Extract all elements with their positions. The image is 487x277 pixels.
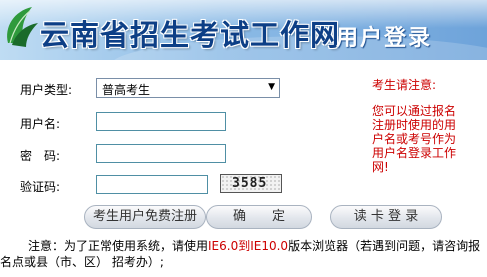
chevron-down-icon[interactable]: ▼ (268, 82, 275, 92)
site-title: 云南省招生考试工作网 (40, 18, 341, 52)
user-type-value: 普高考生 (102, 83, 151, 97)
page-title: 用户登录 (336, 26, 433, 51)
notice-text: 您可以通过报名注册时使用的用户名或考号作为用户名登录工作网! (372, 104, 457, 174)
username-label: 用户名: (20, 117, 61, 131)
register-button[interactable]: 考生用户免费注册 (84, 205, 206, 229)
browser-versions: IE6.0到IE10.0 (208, 239, 289, 253)
username-input[interactable] (96, 112, 226, 131)
header-banner: 云南省招生考试工作网 用户登录 (0, 0, 487, 60)
captcha-input[interactable] (96, 175, 208, 194)
footer-line-2: 名点或县（市、区） 招考办）; (0, 255, 164, 269)
leaf-logo-icon (7, 7, 38, 47)
password-input[interactable] (96, 144, 226, 163)
confirm-button[interactable]: 确 定 (206, 205, 312, 229)
footer-prefix: 注意：为了正常使用系统，请使用 (28, 239, 209, 253)
captcha-image[interactable]: 3585 (220, 174, 282, 193)
user-type-label: 用户类型: (20, 83, 73, 97)
captcha-code: 3585 (232, 176, 268, 191)
notice-title: 考生请注意: (372, 78, 437, 92)
captcha-label: 验证码: (20, 180, 61, 194)
password-label: 密 码: (20, 149, 61, 163)
footer-line-1: 注意：为了正常使用系统，请使用IE6.0到IE10.0版本浏览器（若遇到问题，请… (28, 238, 480, 254)
user-type-select[interactable]: 普高考生 ▼ (96, 78, 280, 98)
card-login-button[interactable]: 读 卡 登 录 (330, 205, 442, 229)
footer-suffix: 版本浏览器（若遇到问题，请咨询报 (288, 239, 481, 253)
